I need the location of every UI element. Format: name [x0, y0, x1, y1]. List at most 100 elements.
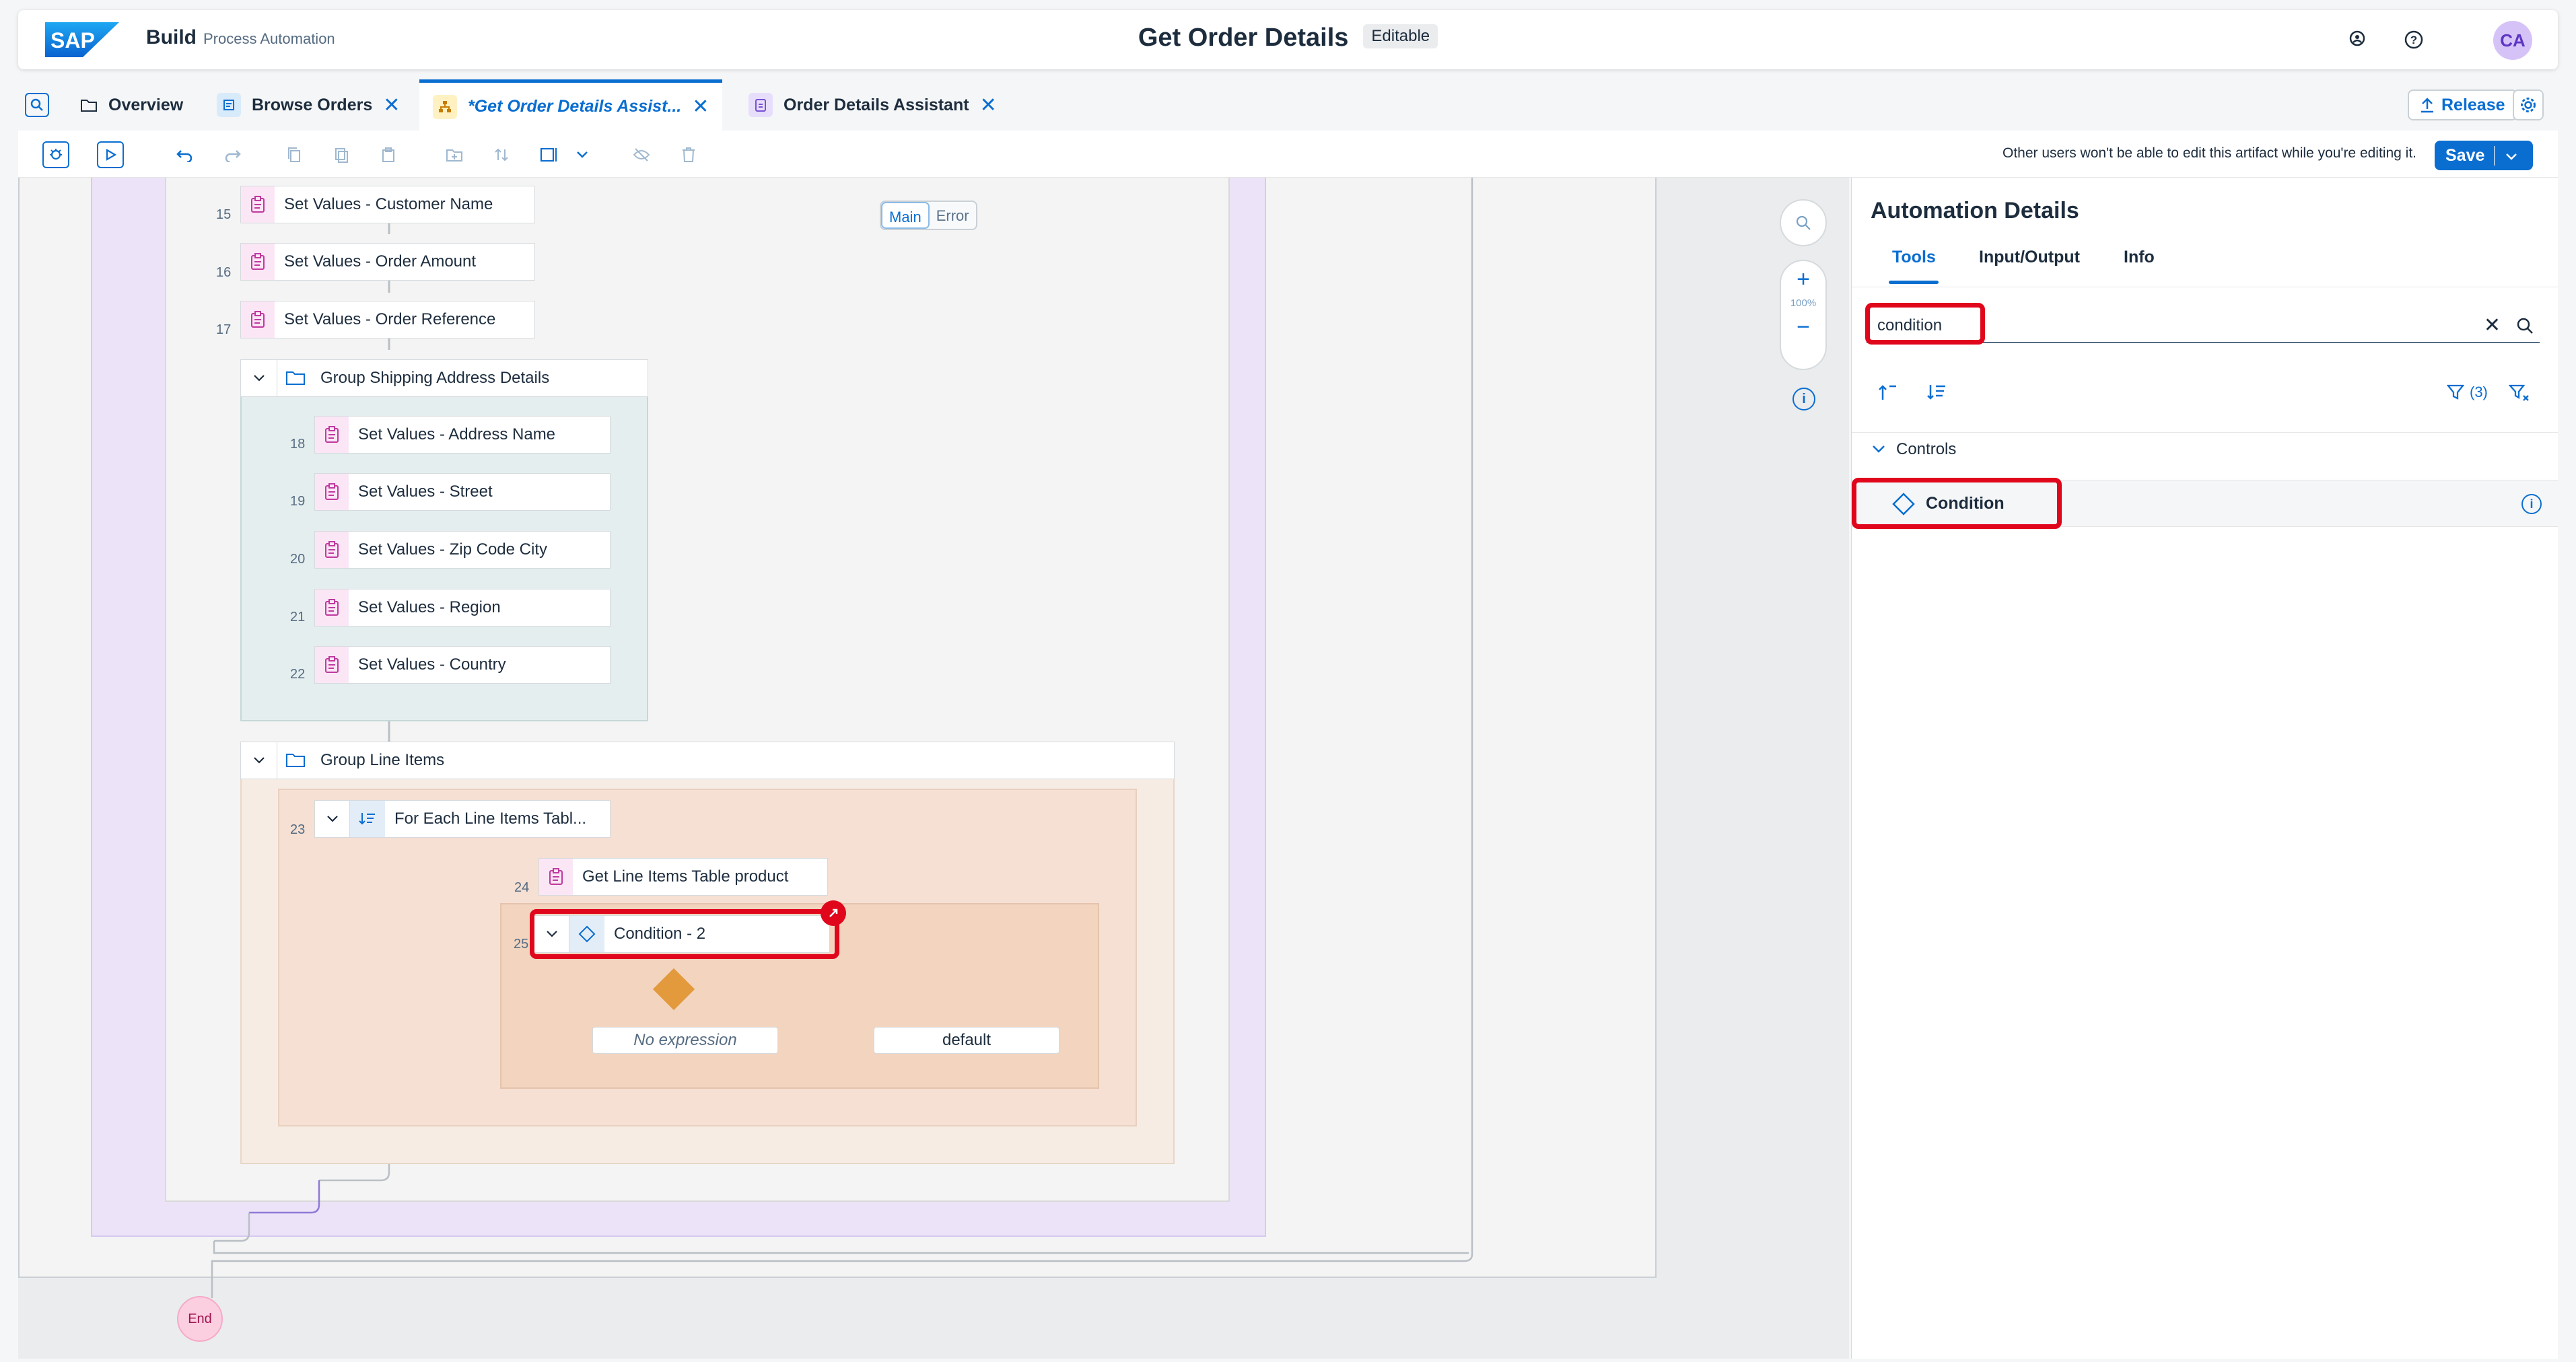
zoom-control: + 100% −: [1780, 260, 1827, 370]
select-icon: [540, 147, 557, 162]
tab-input-output[interactable]: Input/Output: [1979, 248, 2080, 267]
chevron-down-icon: [2506, 153, 2517, 160]
step-set-values-region[interactable]: Set Values - Region: [314, 589, 611, 626]
clipboard-icon: [315, 647, 349, 683]
eye-off-icon: [633, 148, 650, 162]
filter-count: (3): [2470, 384, 2488, 400]
panel-title: Automation Details: [1871, 198, 2079, 223]
clear-icon[interactable]: ✕: [2484, 314, 2501, 337]
zoom-level: 100%: [1790, 297, 1817, 309]
product-subtitle: Process Automation: [203, 30, 335, 47]
step-set-values-street[interactable]: Set Values - Street: [314, 473, 611, 511]
filter-button[interactable]: (3): [2447, 384, 2488, 401]
step-number: 25: [514, 937, 529, 952]
editing-notice: Other users won't be able to edit this a…: [2003, 145, 2416, 161]
automation-details-panel: Automation Details Tools Input/Output In…: [1851, 178, 2558, 1359]
svg-text:SAP: SAP: [50, 28, 95, 52]
shell-bar: SAP Build Process Automation Get Order D…: [18, 10, 2558, 69]
info-icon[interactable]: i: [1792, 388, 1815, 410]
user-avatar[interactable]: CA: [2493, 21, 2532, 60]
canvas-search-button[interactable]: [1780, 199, 1827, 246]
select-dropdown-button[interactable]: [569, 141, 596, 168]
branch-no-expression[interactable]: No expression: [592, 1027, 778, 1054]
step-set-values-order-reference[interactable]: Set Values - Order Reference: [240, 301, 535, 338]
tab-get-order-details[interactable]: *Get Order Details Assist... ✕: [419, 79, 723, 131]
step-number: 24: [514, 880, 530, 895]
sort-descending-icon[interactable]: [1926, 384, 1947, 401]
undo-button[interactable]: [172, 141, 199, 168]
process-canvas[interactable]: Main Error 15 Set Values - Customer Name…: [18, 178, 1864, 1359]
tab-overview[interactable]: Overview: [80, 79, 183, 131]
paste-button[interactable]: [375, 141, 402, 168]
sap-logo[interactable]: SAP: [45, 22, 119, 57]
step-number: 16: [216, 265, 232, 280]
duplicate-button[interactable]: [328, 141, 355, 168]
error-toggle-button[interactable]: Error: [930, 202, 976, 229]
sort-button[interactable]: [488, 141, 515, 168]
step-number: 21: [290, 610, 306, 624]
step-get-line-items-table-product[interactable]: Get Line Items Table product: [538, 858, 828, 896]
info-icon[interactable]: i: [2521, 494, 2542, 514]
step-set-values-zip-code-city[interactable]: Set Values - Zip Code City: [314, 531, 611, 569]
step-number: 20: [290, 552, 306, 567]
folder-icon: [277, 370, 314, 386]
add-group-button[interactable]: [441, 141, 468, 168]
save-menu-button[interactable]: [2495, 146, 2528, 166]
tab-browse-orders[interactable]: Browse Orders ✕: [217, 79, 400, 131]
undo-icon: [176, 150, 193, 162]
close-tab-icon[interactable]: ✕: [692, 95, 709, 118]
step-set-values-customer-name[interactable]: Set Values - Customer Name: [240, 186, 535, 223]
clipboard-icon: [241, 244, 275, 280]
play-icon: [106, 149, 117, 161]
tab-tools[interactable]: Tools: [1892, 248, 1936, 267]
group-shipping-header[interactable]: Group Shipping Address Details: [240, 359, 648, 397]
sort-ascending-icon[interactable]: [1877, 384, 1899, 401]
step-number: 15: [216, 207, 232, 222]
clear-filter-icon[interactable]: [2509, 384, 2530, 402]
step-set-values-country[interactable]: Set Values - Country: [314, 646, 611, 684]
help-icon[interactable]: ?: [2395, 21, 2433, 59]
chevron-down-icon[interactable]: [241, 360, 277, 396]
zoom-out-button[interactable]: −: [1781, 309, 1825, 345]
close-tab-icon[interactable]: ✕: [980, 94, 997, 117]
release-button[interactable]: Release: [2408, 89, 2517, 120]
clipboard-icon: [315, 417, 349, 453]
copy-button[interactable]: [281, 141, 308, 168]
chevron-down-icon: [577, 151, 588, 158]
group-line-items-header[interactable]: Group Line Items: [240, 742, 1175, 779]
close-tab-icon[interactable]: ✕: [383, 94, 400, 117]
editable-badge: Editable: [1363, 24, 1438, 48]
step-set-values-order-amount[interactable]: Set Values - Order Amount: [240, 243, 535, 281]
delete-button[interactable]: [675, 141, 702, 168]
tab-info[interactable]: Info: [2124, 248, 2155, 267]
redo-button[interactable]: [219, 141, 246, 168]
step-for-each-line-items[interactable]: For Each Line Items Tabl...: [314, 800, 611, 838]
main-toggle-button[interactable]: Main: [881, 202, 930, 229]
branch-default[interactable]: default: [874, 1027, 1059, 1054]
settings-button[interactable]: [2513, 89, 2544, 120]
hide-button[interactable]: [628, 141, 655, 168]
clipboard-icon: [315, 532, 349, 568]
copy-icon: [288, 147, 300, 162]
tab-order-details-assistant[interactable]: Order Details Assistant ✕: [749, 79, 997, 131]
debug-button[interactable]: [42, 141, 69, 168]
automation-icon: [433, 94, 457, 119]
search-icon[interactable]: [2515, 316, 2534, 335]
select-button[interactable]: [535, 141, 562, 168]
divider: [1852, 432, 2558, 433]
end-node[interactable]: End: [177, 1296, 223, 1342]
zoom-in-button[interactable]: +: [1781, 261, 1825, 297]
controls-section-header[interactable]: Controls: [1872, 440, 1956, 459]
feedback-icon[interactable]: [2338, 21, 2376, 59]
run-button[interactable]: [97, 141, 124, 168]
save-button[interactable]: Save: [2435, 145, 2495, 166]
expand-icon[interactable]: [821, 900, 846, 926]
upload-icon: [2421, 98, 2433, 113]
search-input-highlight: [1865, 303, 1985, 345]
chevron-down-icon[interactable]: [315, 801, 350, 837]
step-number: 19: [290, 494, 306, 509]
chevron-down-icon[interactable]: [241, 742, 277, 779]
search-tabs-button[interactable]: [25, 79, 63, 131]
step-set-values-address-name[interactable]: Set Values - Address Name: [314, 416, 611, 454]
redo-icon: [225, 150, 241, 162]
